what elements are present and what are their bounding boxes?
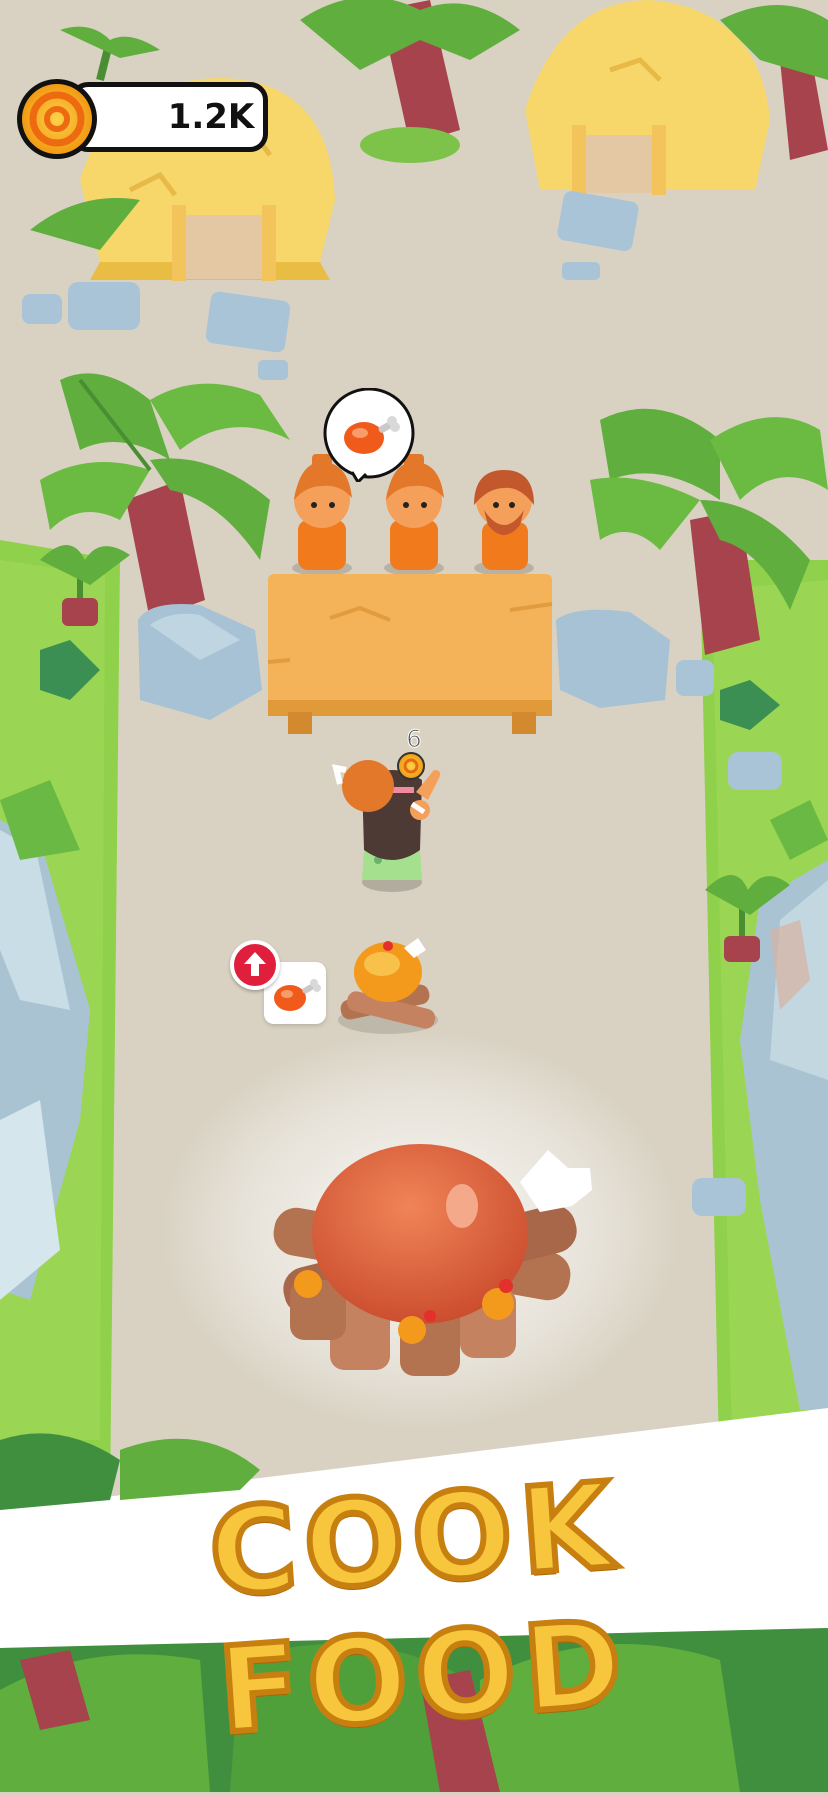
serving-counter bbox=[267, 574, 553, 734]
game-scene: 6 1.2K COOK FOOD bbox=[0, 0, 828, 1792]
coin-balance: 1.2K bbox=[167, 97, 255, 137]
banner-title: COOK FOOD bbox=[202, 1453, 637, 1763]
up-arrow-icon bbox=[244, 952, 266, 976]
coin-counter: 1.2K bbox=[14, 76, 272, 160]
price-label: 6 bbox=[406, 725, 422, 754]
order-bubble bbox=[322, 387, 416, 485]
price-coin-icon bbox=[397, 752, 425, 780]
upgrade-badge[interactable] bbox=[230, 940, 280, 990]
gold-coin-icon bbox=[17, 79, 97, 159]
